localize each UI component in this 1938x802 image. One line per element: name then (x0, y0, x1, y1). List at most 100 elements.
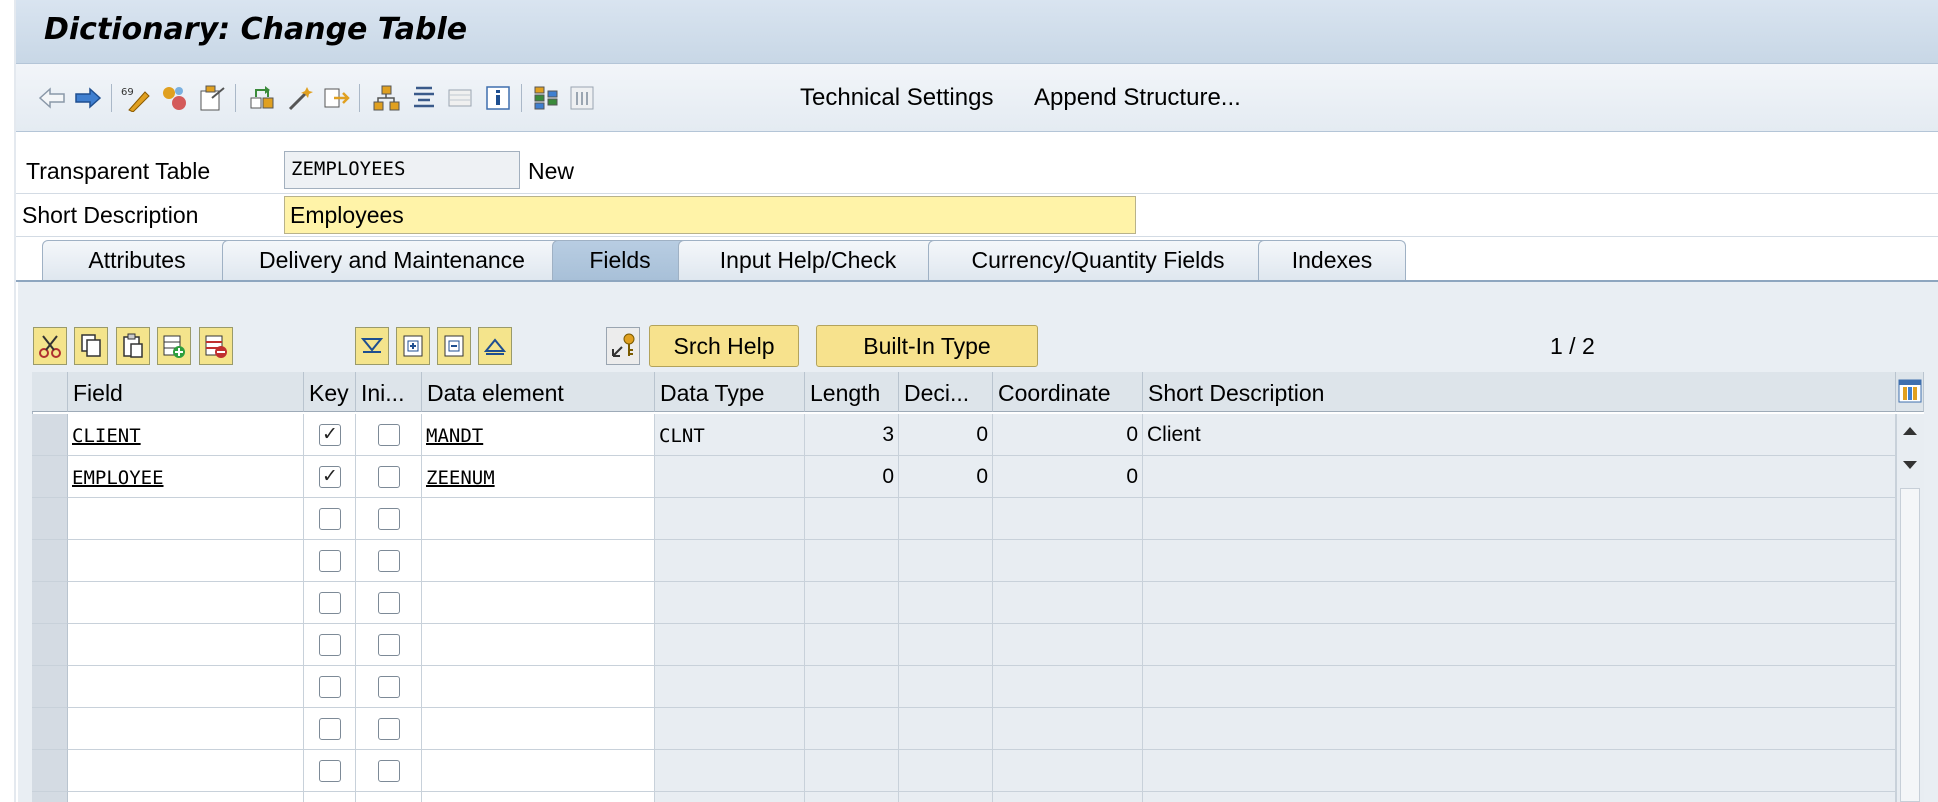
initial-values-checkbox[interactable] (378, 466, 400, 488)
append-structure-button[interactable]: Append Structure... (1034, 84, 1241, 112)
paste-icon[interactable] (116, 327, 150, 365)
activate-icon[interactable] (158, 82, 190, 114)
row-selector[interactable] (32, 456, 68, 498)
data-element-cell[interactable] (422, 708, 655, 750)
data-element-cell[interactable] (422, 582, 655, 624)
initial-values-checkbox[interactable] (378, 424, 400, 446)
field-name-cell[interactable]: CLIENT (68, 414, 304, 456)
column-header-initial[interactable]: Ini... (356, 372, 422, 412)
short-description-field[interactable]: Employees (284, 196, 1136, 234)
built-in-type-button[interactable]: Built-In Type (816, 325, 1038, 367)
row-selector[interactable] (32, 414, 68, 456)
data-element-cell[interactable]: ZEENUM (422, 456, 655, 498)
row-selector[interactable] (32, 498, 68, 540)
key-checkbox[interactable] (319, 676, 341, 698)
field-name-cell[interactable] (68, 624, 304, 666)
tab-delivery-maintenance[interactable]: Delivery and Maintenance (222, 240, 562, 280)
scroll-up-icon[interactable] (1900, 420, 1920, 440)
initial-values-checkbox[interactable] (378, 592, 400, 614)
column-header-key[interactable]: Key (304, 372, 356, 412)
data-element-cell[interactable]: MANDT (422, 414, 655, 456)
key-checkbox-checked[interactable]: ✓ (319, 424, 341, 446)
column-header-short-description[interactable]: Short Description (1143, 372, 1896, 412)
row-selector[interactable] (32, 540, 68, 582)
initial-values-checkbox[interactable] (378, 760, 400, 782)
scroll-thumb[interactable] (1900, 488, 1920, 802)
where-used-icon[interactable] (320, 82, 352, 114)
key-checkbox[interactable] (319, 592, 341, 614)
columns-icon[interactable] (566, 82, 598, 114)
key-checkbox[interactable] (319, 760, 341, 782)
back-arrow-icon[interactable] (36, 82, 68, 114)
tab-attributes[interactable]: Attributes (42, 240, 232, 280)
row-selector[interactable] (32, 750, 68, 792)
align-icon[interactable] (408, 82, 440, 114)
key-checkbox[interactable] (319, 718, 341, 740)
delete-row-icon[interactable] (199, 327, 233, 365)
collapse-all-icon[interactable] (478, 327, 512, 365)
field-name-cell[interactable] (68, 666, 304, 708)
field-name-cell[interactable]: EMPLOYEE (68, 456, 304, 498)
row-selector[interactable] (32, 708, 68, 750)
initial-values-checkbox[interactable] (378, 508, 400, 530)
copy-icon[interactable] (74, 327, 108, 365)
length-cell (805, 750, 899, 792)
initial-values-checkbox[interactable] (378, 550, 400, 572)
initial-values-checkbox[interactable] (378, 634, 400, 656)
initial-values-checkbox[interactable] (378, 718, 400, 740)
expand-all-icon[interactable] (355, 327, 389, 365)
row-selector[interactable] (32, 582, 68, 624)
data-element-cell[interactable] (422, 750, 655, 792)
layout-icon[interactable] (444, 82, 476, 114)
data-element-cell[interactable] (422, 498, 655, 540)
table-settings-icon[interactable] (530, 82, 562, 114)
column-header-coordinate[interactable]: Coordinate (993, 372, 1143, 412)
search-help-button[interactable]: Srch Help (649, 325, 799, 367)
key-checkbox[interactable] (319, 634, 341, 656)
magic-wand-icon[interactable] (284, 82, 316, 114)
key-checkbox[interactable] (319, 508, 341, 530)
info-icon[interactable] (482, 82, 514, 114)
key-checkbox[interactable] (319, 550, 341, 572)
column-header-data-type[interactable]: Data Type (655, 372, 805, 412)
object-list-icon[interactable] (246, 82, 278, 114)
data-type-cell (655, 750, 805, 792)
hierarchy-icon[interactable] (370, 82, 402, 114)
data-element-cell[interactable] (422, 666, 655, 708)
column-header-decimals[interactable]: Deci... (899, 372, 993, 412)
field-name-cell[interactable] (68, 540, 304, 582)
display-change-icon[interactable]: 69 (120, 82, 152, 114)
column-header-length[interactable]: Length (805, 372, 899, 412)
insert-structure-icon[interactable] (396, 327, 430, 365)
select-all-cell[interactable] (32, 372, 68, 412)
field-name-cell[interactable] (68, 792, 304, 802)
data-element-cell[interactable] (422, 792, 655, 802)
scroll-down-icon[interactable] (1900, 454, 1920, 474)
column-header-data-element[interactable]: Data element (422, 372, 655, 412)
tab-input-help-check[interactable]: Input Help/Check (678, 240, 938, 280)
foreign-key-icon[interactable] (606, 327, 640, 365)
tab-indexes[interactable]: Indexes (1258, 240, 1406, 280)
column-config-icon[interactable] (1896, 372, 1924, 412)
field-name-cell[interactable] (68, 498, 304, 540)
column-header-field[interactable]: Field (68, 372, 304, 412)
tab-currency-quantity-fields[interactable]: Currency/Quantity Fields (928, 240, 1268, 280)
row-selector[interactable] (32, 624, 68, 666)
key-checkbox-checked[interactable]: ✓ (319, 466, 341, 488)
table-name-field[interactable]: ZEMPLOYEES (284, 151, 520, 189)
data-element-cell[interactable] (422, 540, 655, 582)
forward-arrow-icon[interactable] (72, 82, 104, 114)
tab-fields[interactable]: Fields (552, 240, 688, 280)
field-name-cell[interactable] (68, 582, 304, 624)
check-icon[interactable] (196, 82, 228, 114)
insert-row-icon[interactable] (157, 327, 191, 365)
remove-structure-icon[interactable] (437, 327, 471, 365)
row-selector[interactable] (32, 666, 68, 708)
data-element-cell[interactable] (422, 624, 655, 666)
row-selector[interactable] (32, 792, 68, 802)
initial-values-checkbox[interactable] (378, 676, 400, 698)
field-name-cell[interactable] (68, 750, 304, 792)
technical-settings-button[interactable]: Technical Settings (800, 84, 993, 112)
cut-icon[interactable] (33, 327, 67, 365)
field-name-cell[interactable] (68, 708, 304, 750)
